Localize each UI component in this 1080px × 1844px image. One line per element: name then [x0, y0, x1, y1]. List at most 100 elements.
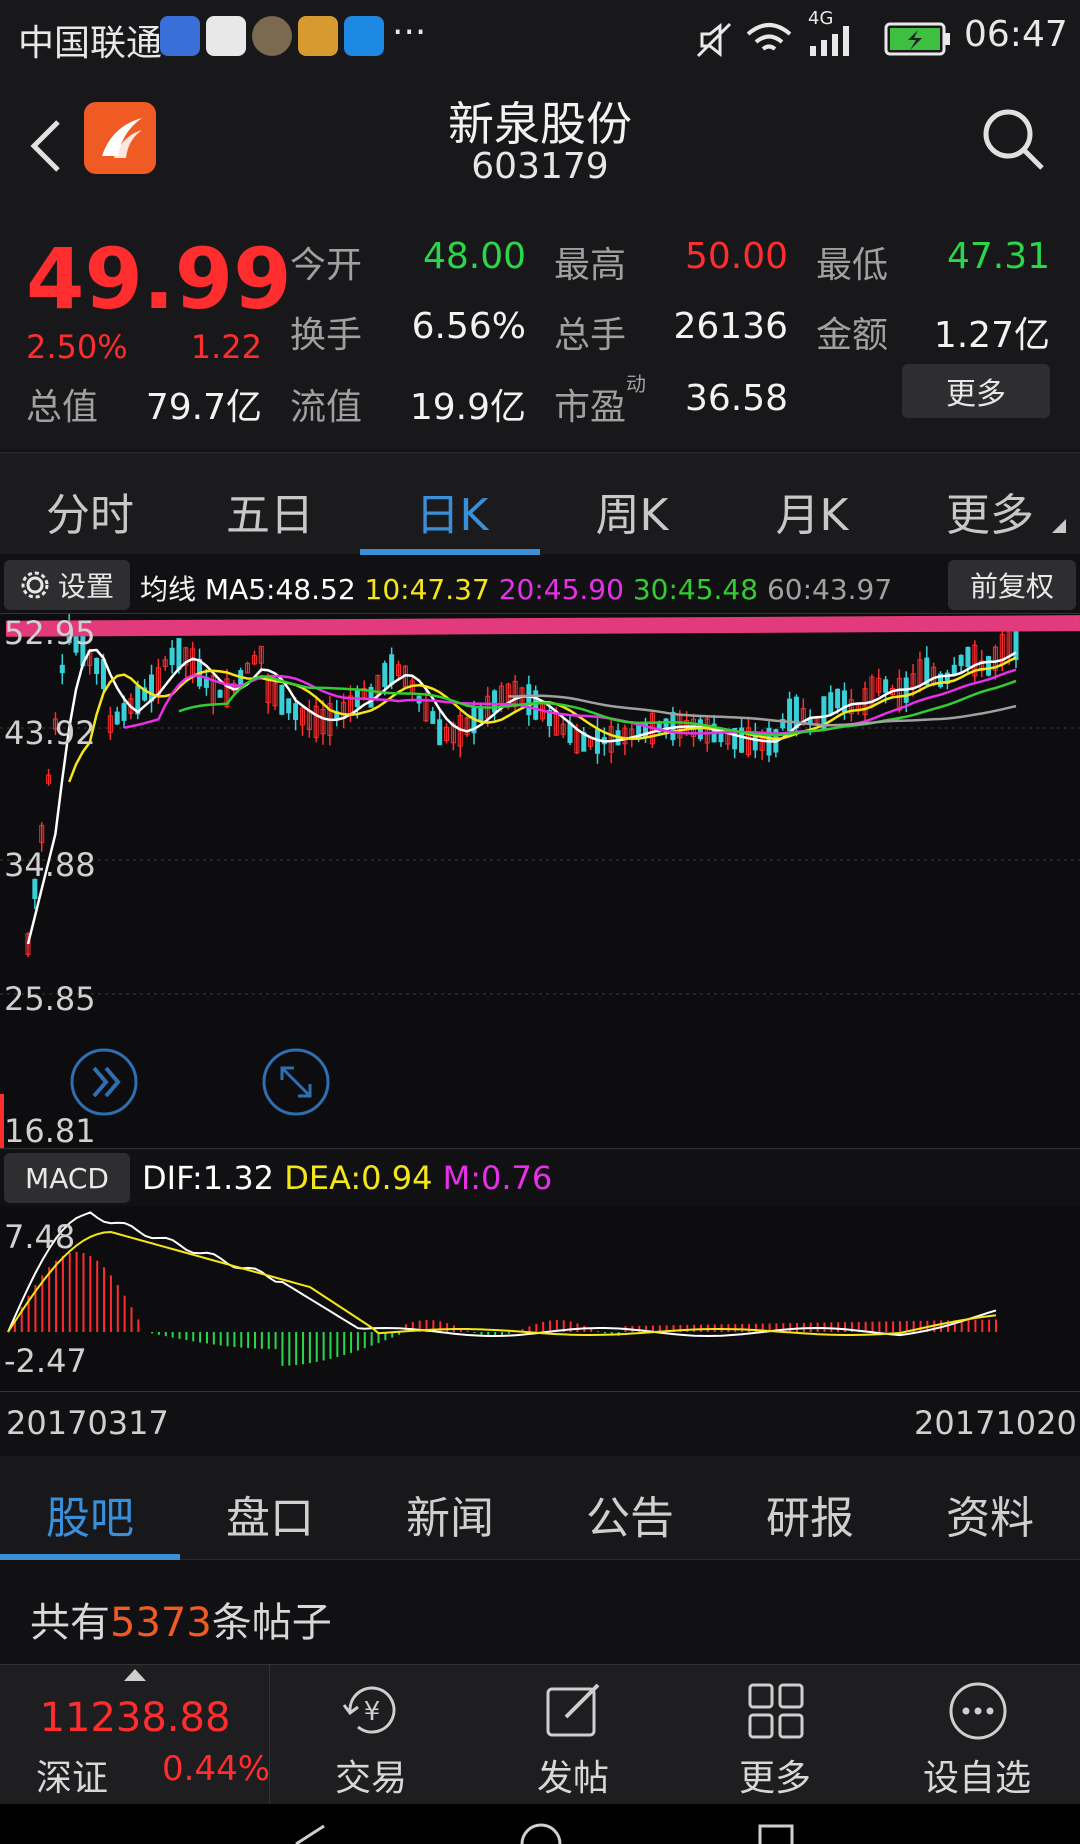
nav-recents-icon[interactable] — [756, 1822, 796, 1844]
candle-body — [430, 711, 436, 724]
trade-icon: ¥ — [342, 1686, 396, 1734]
candle-body — [114, 711, 120, 725]
tab-monthly-k[interactable]: 月K — [732, 479, 892, 543]
last-price: 49.99 — [26, 230, 292, 328]
high-label: 最高 — [554, 245, 627, 286]
ma10-value: 10:47.37 — [364, 573, 490, 606]
clock: 06:47 — [964, 14, 1068, 55]
tab-weekly-k[interactable]: 周K — [552, 479, 712, 543]
health-app-icon — [160, 16, 200, 56]
back-icon[interactable] — [28, 116, 64, 176]
ma5-value: MA5:48.52 — [204, 573, 356, 606]
tab-news[interactable]: 新闻 — [360, 1482, 540, 1546]
period-tabs: 分时 五日 日K 周K 月K 更多 — [0, 452, 1080, 555]
tab-research[interactable]: 研报 — [720, 1482, 900, 1546]
kline-axis-4: 25.85 — [4, 980, 96, 1018]
change-percent: 2.50% — [26, 328, 128, 366]
macd-axis-bottom: -2.47 — [4, 1342, 87, 1380]
content-tabs: 股吧 盘口 新闻 公告 研报 资料 — [0, 1456, 1080, 1560]
float-label: 流值 — [290, 387, 363, 428]
index-change: 0.44% — [162, 1749, 271, 1789]
app-logo — [84, 102, 156, 174]
mute-icon — [696, 22, 732, 58]
search-icon[interactable] — [980, 106, 1046, 172]
candle-body — [1013, 630, 1019, 661]
macd-chart[interactable]: 7.48 -2.47 — [0, 1206, 1080, 1392]
tab-daily-k[interactable]: 日K — [372, 479, 532, 543]
pe-label: 市盈 — [554, 387, 627, 428]
fast-forward-icon[interactable] — [68, 1046, 140, 1118]
macd-axis-top: 7.48 — [4, 1218, 76, 1256]
candle-body — [169, 647, 175, 666]
candle-body — [149, 674, 154, 702]
ma-title: 均线 — [140, 573, 197, 606]
dea-line — [7, 1230, 997, 1336]
footer-toolbar: 11238.88 深证 0.44% ¥ 交易 发帖 更多 设自选 — [0, 1664, 1080, 1805]
candle-body — [670, 711, 676, 741]
quote-panel: 49.99 2.50% 1.22 今开 48.00 最高 50.00 最低 47… — [0, 216, 1080, 450]
tab-order-book[interactable]: 盘口 — [180, 1482, 360, 1546]
nav-back-icon[interactable] — [290, 1822, 330, 1844]
tab-intraday[interactable]: 分时 — [10, 479, 170, 543]
index-name: 深证 — [36, 1758, 109, 1799]
volume-label: 总手 — [554, 315, 627, 356]
candle-body — [828, 692, 834, 714]
index-widget[interactable]: 11238.88 深证 0.44% — [0, 1665, 270, 1805]
macd-values: DIF:1.32 DEA:0.94 M:0.76 — [142, 1159, 552, 1197]
settings-button[interactable]: 设置 — [4, 560, 130, 610]
stock-name: 新泉股份 — [448, 97, 632, 151]
dif-line — [7, 1211, 997, 1338]
candlesticks — [25, 614, 1019, 958]
post-button[interactable]: 发帖 — [472, 1665, 674, 1805]
tab-more-periods[interactable]: 更多 — [910, 479, 1070, 543]
low-value: 47.31 — [946, 236, 1050, 277]
candle-body — [835, 688, 841, 709]
more-button[interactable]: 更多 — [674, 1665, 876, 1805]
candle-body — [958, 654, 964, 667]
candle-body — [217, 689, 223, 698]
turnover-label: 换手 — [290, 315, 363, 356]
signal-icon — [810, 26, 849, 56]
candle-body — [951, 664, 957, 675]
adjust-button[interactable]: 前复权 — [948, 560, 1076, 610]
trade-label: 交易 — [334, 1758, 407, 1799]
more-label: 更多 — [738, 1758, 811, 1799]
tab-profile[interactable]: 资料 — [900, 1482, 1080, 1546]
pe-dynamic-mark: 动 — [626, 372, 646, 396]
post-count-suffix: 条帖子 — [211, 1600, 332, 1646]
nav-home-icon[interactable] — [518, 1820, 564, 1844]
kline-chart[interactable]: 52.95 43.92 34.88 25.85 16.81 — [0, 614, 1080, 1150]
pe-value: 36.58 — [684, 378, 788, 419]
battery-icon — [884, 22, 950, 56]
expand-icon[interactable] — [260, 1046, 332, 1118]
more-notifications-icon: ··· — [392, 12, 427, 53]
post-label: 发帖 — [536, 1758, 609, 1799]
expand-up-icon — [124, 1669, 146, 1681]
candle-body — [986, 656, 992, 676]
tab-five-day[interactable]: 五日 — [190, 479, 350, 543]
candle-body — [382, 662, 388, 687]
macd-lines — [7, 1211, 997, 1338]
post-count: 共有5373条帖子 — [0, 1560, 1080, 1664]
add-watchlist-button[interactable]: 设自选 — [876, 1665, 1078, 1805]
macd-histogram — [13, 1252, 997, 1366]
more-quote-button[interactable]: 更多 — [902, 364, 1050, 418]
tab-announcements[interactable]: 公告 — [540, 1482, 720, 1546]
macd-selector-button[interactable]: MACD — [4, 1153, 130, 1203]
tab-forum[interactable]: 股吧 — [0, 1482, 180, 1546]
trade-button[interactable]: ¥ 交易 — [270, 1665, 472, 1805]
kline-axis-3: 34.88 — [4, 846, 96, 884]
turnover-value: 6.56% — [411, 306, 526, 347]
logo-icon — [102, 118, 142, 158]
candle-body — [787, 698, 793, 732]
compose-icon — [546, 1683, 600, 1737]
amount-value: 1.27亿 — [933, 315, 1050, 356]
ma-indicator-bar: 设置 均线 MA5:48.52 10:47.37 20:45.90 30:45.… — [0, 556, 1080, 614]
candle-body — [389, 654, 395, 685]
stock-code: 603179 — [471, 146, 609, 187]
add-watchlist-label: 设自选 — [922, 1758, 1031, 1799]
carrier-name: 中国联通 — [18, 23, 163, 64]
svg-text:¥: ¥ — [364, 1697, 381, 1727]
gear-icon — [21, 571, 49, 599]
open-value: 48.00 — [422, 236, 526, 277]
